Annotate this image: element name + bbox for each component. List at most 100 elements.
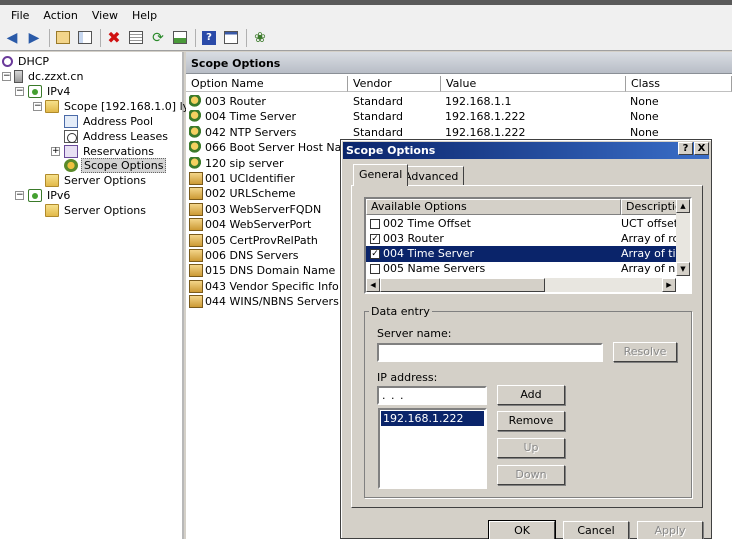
option-name-cell: 004 Time Server: [189, 110, 296, 124]
option-checkbox[interactable]: ✓: [370, 248, 380, 259]
options-vertical-scrollbar[interactable]: ▲ ▼: [676, 199, 690, 276]
back-icon[interactable]: ◀: [2, 28, 22, 48]
option-name-cell: 120 sip server: [189, 156, 284, 170]
tree-node-server-options-v4[interactable]: Server Options: [45, 173, 148, 188]
server-name-input[interactable]: [377, 343, 603, 362]
add-button[interactable]: Add: [497, 385, 565, 405]
value-cell: 192.168.1.222: [445, 125, 526, 139]
ok-button[interactable]: OK: [488, 520, 556, 539]
tree-node-scope[interactable]: Scope [192.168.1.0] lync: [45, 99, 204, 114]
scroll-left-arrow-icon[interactable]: ◀: [366, 278, 380, 292]
option-name: 004 WebServerPort: [205, 218, 312, 232]
ip-address-input[interactable]: . . .: [377, 386, 487, 405]
cancel-button[interactable]: Cancel: [563, 521, 629, 539]
scroll-down-arrow-icon[interactable]: ▼: [676, 262, 690, 276]
up-folder-icon[interactable]: [53, 28, 73, 48]
table-row[interactable]: 004 Time Server Standard 192.168.1.222 None: [186, 109, 732, 124]
column-value[interactable]: Value: [441, 76, 626, 92]
tree-node-ipv4[interactable]: IPv4: [28, 84, 72, 99]
ip-address-list[interactable]: 192.168.1.222: [378, 408, 487, 489]
available-option-row[interactable]: ✓003 Router Array of rout: [366, 231, 681, 247]
tree-node-address-pool[interactable]: Address Pool: [64, 114, 155, 129]
console-view-icon[interactable]: [221, 28, 241, 48]
option-cell: 002 Time Offset: [370, 217, 471, 230]
option-label: 002 Time Offset: [383, 217, 471, 230]
horizontal-scroll-thumb[interactable]: [380, 278, 545, 292]
option-name-cell: 042 NTP Servers: [189, 125, 296, 139]
column-vendor[interactable]: Vendor: [348, 76, 441, 92]
table-row[interactable]: 042 NTP Servers Standard 192.168.1.222 None: [186, 125, 732, 140]
properties-icon[interactable]: [126, 28, 146, 48]
option-checkbox[interactable]: [370, 263, 380, 274]
refresh-icon[interactable]: ⟳: [148, 28, 168, 48]
column-class[interactable]: Class: [626, 76, 732, 92]
available-option-row[interactable]: 005 Name Servers Array of nan: [366, 261, 681, 277]
standard-option-icon: [189, 110, 203, 124]
menu-action[interactable]: Action: [36, 9, 84, 22]
class-cell: None: [630, 95, 659, 108]
available-options-list[interactable]: Available Options Description 002 Time O…: [364, 197, 692, 294]
available-option-row[interactable]: ✓004 Time Server Array of time: [366, 246, 681, 262]
vendor-cell: Standard: [353, 95, 404, 108]
menu-help[interactable]: Help: [125, 9, 164, 22]
help-icon[interactable]: ?: [199, 28, 219, 48]
options-horizontal-scrollbar[interactable]: ◀ ▶: [366, 278, 676, 292]
menu-file[interactable]: File: [4, 9, 36, 22]
collapse-scope-toggle[interactable]: −: [33, 102, 42, 111]
option-name-cell: 044 WINS/NBNS Servers: [189, 295, 339, 309]
apply-button[interactable]: Apply: [637, 521, 703, 539]
table-row[interactable]: 003 Router Standard 192.168.1.1 None: [186, 94, 732, 109]
available-option-row[interactable]: 002 Time Offset UCT offset i: [366, 216, 681, 232]
remove-button[interactable]: Remove: [497, 411, 565, 431]
resolve-button[interactable]: Resolve: [613, 342, 677, 362]
class-option-icon: [189, 187, 203, 201]
collapse-ipv4-toggle[interactable]: −: [15, 87, 24, 96]
server-name-label: Server name:: [377, 327, 452, 340]
tab-general[interactable]: General: [353, 164, 409, 186]
column-description[interactable]: Description: [621, 199, 689, 215]
option-checkbox[interactable]: ✓: [370, 233, 380, 244]
option-name-cell: 043 Vendor Specific Info: [189, 279, 339, 293]
up-button[interactable]: Up: [497, 438, 565, 458]
tree-node-reservations[interactable]: Reservations: [64, 144, 156, 159]
tree-node-ipv6[interactable]: IPv6: [28, 188, 72, 203]
tree-node-server[interactable]: dc.zzxt.cn: [14, 69, 85, 84]
toolbar-separator: [195, 28, 196, 47]
class-option-icon: [189, 264, 203, 278]
option-name: 005 CertProvRelPath: [205, 233, 318, 247]
collapse-ipv6-toggle[interactable]: −: [15, 191, 24, 200]
standard-option-icon: [189, 95, 203, 108]
standard-option-icon: [189, 156, 203, 170]
show-hide-tree-icon[interactable]: [75, 28, 95, 48]
option-name: 004 Time Server: [205, 110, 296, 124]
option-cell: ✓ 004 Time Server: [370, 247, 474, 260]
vendor-cell: Standard: [353, 125, 404, 139]
tree-node-dhcp[interactable]: DHCP: [2, 54, 51, 69]
export-list-icon[interactable]: [170, 28, 190, 48]
tree-node-scope-options[interactable]: Scope Options: [64, 158, 167, 173]
forward-icon[interactable]: ▶: [24, 28, 44, 48]
configure-options-icon[interactable]: ❀: [250, 28, 270, 48]
class-option-icon: [189, 233, 203, 247]
ip-list-item[interactable]: 192.168.1.222: [381, 411, 484, 426]
class-option-icon: [189, 218, 203, 232]
scroll-right-arrow-icon[interactable]: ▶: [662, 278, 676, 292]
scroll-up-arrow-icon[interactable]: ▲: [676, 199, 690, 213]
down-button[interactable]: Down: [497, 465, 565, 485]
option-description: Array of nan: [621, 262, 681, 275]
menu-bar: File Action View Help: [0, 5, 732, 25]
tree-node-server-options-v6[interactable]: Server Options: [45, 203, 148, 218]
expand-reservations-toggle[interactable]: +: [51, 147, 60, 156]
delete-icon[interactable]: ✖: [104, 28, 124, 48]
collapse-server-toggle[interactable]: −: [2, 72, 11, 81]
dialog-help-button[interactable]: ?: [678, 142, 693, 155]
tree-node-address-leases[interactable]: Address Leases: [64, 129, 170, 144]
menu-view[interactable]: View: [85, 9, 125, 22]
folder-icon: [45, 100, 59, 113]
column-available-options[interactable]: Available Options: [366, 199, 621, 215]
column-option-name[interactable]: Option Name: [186, 76, 348, 92]
dialog-close-button[interactable]: X: [694, 142, 709, 155]
option-checkbox[interactable]: [370, 218, 380, 229]
toolbar: ◀ ▶ ✖ ⟳ ? ❀: [0, 25, 732, 51]
option-description: Array of time: [621, 247, 681, 260]
